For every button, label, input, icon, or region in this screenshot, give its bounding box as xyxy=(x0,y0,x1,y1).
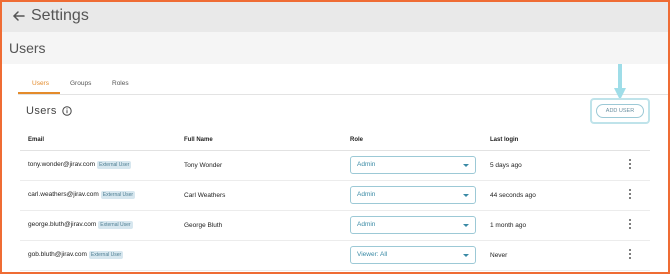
tab-groups[interactable]: Groups xyxy=(70,80,91,87)
table-row: gob.bluth@jirav.com External User Viewer:… xyxy=(20,240,650,271)
role-cell: Admin xyxy=(350,180,490,211)
actions-cell xyxy=(610,240,650,271)
tab-divider xyxy=(18,94,668,95)
last-login-cell: 5 days ago xyxy=(490,150,610,181)
email-cell: george.bluth@jirav.com External User xyxy=(20,210,180,241)
more-vertical-icon[interactable] xyxy=(628,159,632,169)
info-icon[interactable] xyxy=(62,106,72,116)
external-user-badge: External User xyxy=(97,161,132,169)
email-text: carl.weathers@jirav.com xyxy=(28,191,99,198)
full-name-cell: George Bluth xyxy=(180,210,350,241)
actions-cell xyxy=(610,180,650,211)
column-header-last-login: Last login xyxy=(490,130,610,151)
app-window: Settings Users Users Groups Roles Users … xyxy=(0,0,670,274)
table-row: tony.wonder@jirav.com External User Tony … xyxy=(20,150,650,181)
chevron-down-icon xyxy=(463,164,469,167)
email-cell: carl.weathers@jirav.com External User xyxy=(20,180,180,211)
last-login-cell: 44 seconds ago xyxy=(490,180,610,211)
add-user-button[interactable]: ADD USER xyxy=(596,104,644,118)
external-user-badge: External User xyxy=(100,191,136,199)
chevron-down-icon xyxy=(463,254,469,257)
role-cell: Viewer: All xyxy=(350,240,490,271)
chevron-down-icon xyxy=(463,194,469,197)
more-vertical-icon[interactable] xyxy=(628,249,632,259)
role-select-value: Admin xyxy=(357,221,376,228)
arrow-down-icon xyxy=(614,64,626,100)
role-select-value: Viewer: All xyxy=(357,251,388,258)
role-cell: Admin xyxy=(350,150,490,181)
role-select[interactable]: Admin xyxy=(350,156,476,174)
email-cell: tony.wonder@jirav.com External User xyxy=(20,150,180,181)
role-select[interactable]: Admin xyxy=(350,186,476,204)
table-row: carl.weathers@jirav.com External User Car… xyxy=(20,180,650,211)
external-user-badge: External User xyxy=(98,221,133,229)
email-text: tony.wonder@jirav.com xyxy=(28,161,96,168)
role-select-value: Admin xyxy=(357,191,376,198)
column-header-role: Role xyxy=(350,130,490,151)
arrow-left-icon[interactable] xyxy=(12,9,26,23)
full-name-cell: Tony Wonder xyxy=(180,150,350,181)
table-row: george.bluth@jirav.com External User Geor… xyxy=(20,210,650,241)
tab-users[interactable]: Users xyxy=(32,80,49,87)
section-title: Users xyxy=(26,105,57,117)
add-user-highlight: ADD USER xyxy=(590,98,650,124)
more-vertical-icon[interactable] xyxy=(628,189,632,199)
last-login-cell: 1 month ago xyxy=(490,210,610,241)
page-heading-bar: Users xyxy=(2,32,668,64)
chevron-down-icon xyxy=(463,224,469,227)
table-header-row: Email Full Name Role Last login xyxy=(20,130,650,151)
column-header-full-name: Full Name xyxy=(180,130,350,151)
column-header-email: Email xyxy=(20,130,180,151)
page-title: Settings xyxy=(31,7,89,24)
tab-roles[interactable]: Roles xyxy=(112,80,129,87)
full-name-cell xyxy=(180,240,350,271)
more-vertical-icon[interactable] xyxy=(628,219,632,229)
users-table: Email Full Name Role Last login tony.won… xyxy=(20,130,650,271)
role-select[interactable]: Admin xyxy=(350,216,476,234)
role-select-value: Admin xyxy=(357,161,376,168)
page-heading: Users xyxy=(9,40,46,56)
external-user-badge: External User xyxy=(88,251,124,259)
email-text: george.bluth@jirav.com xyxy=(28,221,97,228)
role-cell: Admin xyxy=(350,210,490,241)
actions-cell xyxy=(610,210,650,241)
last-login-cell: Never xyxy=(490,240,610,271)
email-text: gob.bluth@jirav.com xyxy=(28,251,87,258)
column-header-actions xyxy=(610,130,650,151)
top-bar: Settings xyxy=(2,2,668,32)
full-name-cell: Carl Weathers xyxy=(180,180,350,211)
email-cell: gob.bluth@jirav.com External User xyxy=(20,240,180,271)
actions-cell xyxy=(610,150,650,181)
role-select[interactable]: Viewer: All xyxy=(350,246,476,264)
